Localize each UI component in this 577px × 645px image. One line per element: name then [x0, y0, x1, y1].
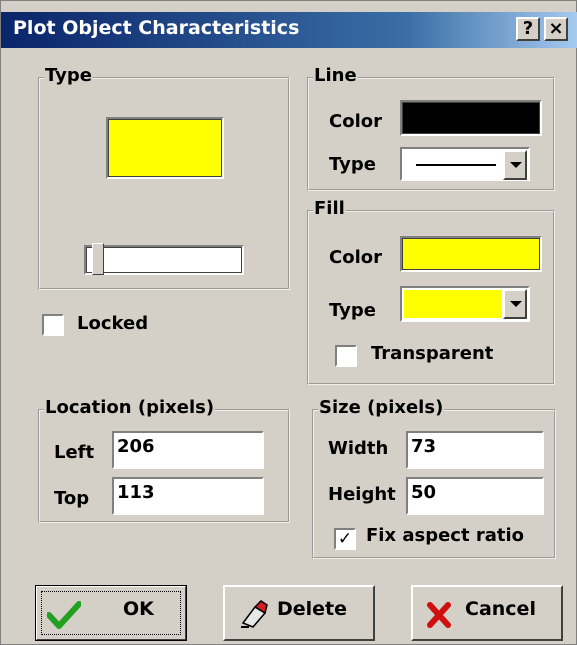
line-group: Line Color Type: [307, 65, 555, 191]
left-input[interactable]: 206: [112, 431, 264, 469]
ok-button-label: OK: [123, 598, 154, 620]
close-button[interactable]: ×: [544, 17, 568, 41]
fill-color-swatch[interactable]: [400, 236, 542, 272]
size-group-label: Size (pixels): [318, 397, 445, 418]
fill-color-label: Color: [329, 247, 382, 268]
location-group-label: Location (pixels): [44, 397, 216, 418]
size-group: Size (pixels) Width 73 Height 50 ✓ Fix a…: [312, 397, 556, 559]
cancel-button[interactable]: Cancel: [411, 585, 563, 641]
line-type-label: Type: [329, 154, 376, 175]
fill-type-label: Type: [329, 300, 376, 321]
line-color-swatch[interactable]: [400, 100, 542, 136]
height-label: Height: [328, 484, 396, 505]
height-input[interactable]: 50: [406, 477, 544, 515]
fill-group-label: Fill: [313, 198, 346, 219]
fix-aspect-label: Fix aspect ratio: [366, 525, 525, 546]
fill-group: Fill Color Type Transparent: [307, 198, 555, 385]
type-slider[interactable]: [84, 243, 244, 275]
top-input[interactable]: 113: [112, 477, 264, 515]
line-type-dropdown-arrow[interactable]: [503, 150, 527, 180]
dialog-title: Plot Object Characteristics: [13, 17, 300, 39]
help-button[interactable]: ?: [516, 17, 540, 41]
line-sample: [416, 164, 496, 166]
transparent-checkbox[interactable]: [335, 345, 357, 367]
checkmark-icon: [47, 601, 81, 629]
x-icon: [427, 602, 451, 628]
left-label: Left: [54, 442, 95, 463]
locked-checkbox[interactable]: [42, 314, 64, 336]
top-label: Top: [54, 488, 90, 509]
plot-object-dialog: Plot Object Characteristics ? × Type Loc…: [0, 0, 577, 645]
width-label: Width: [328, 438, 389, 459]
type-group: Type: [38, 65, 290, 290]
location-group: Location (pixels) Left 206 Top 113: [38, 397, 290, 523]
fill-type-dropdown-arrow[interactable]: [503, 289, 527, 319]
fill-type-dropdown[interactable]: [400, 286, 530, 322]
locked-label: Locked: [77, 313, 149, 334]
delete-button-label: Delete: [277, 598, 348, 620]
width-input[interactable]: 73: [406, 431, 544, 469]
type-group-label: Type: [44, 65, 93, 86]
slider-thumb[interactable]: [92, 243, 104, 275]
title-bar: Plot Object Characteristics ? ×: [1, 12, 577, 48]
eraser-icon: [241, 600, 268, 628]
type-preview: [106, 117, 224, 179]
line-color-label: Color: [329, 111, 382, 132]
line-group-label: Line: [313, 65, 358, 86]
delete-button[interactable]: Delete: [223, 585, 375, 641]
fill-type-sample: [404, 290, 502, 318]
transparent-label: Transparent: [371, 343, 494, 364]
ok-button[interactable]: OK: [35, 585, 187, 641]
fix-aspect-checkbox[interactable]: ✓: [334, 528, 356, 550]
line-type-dropdown[interactable]: [400, 147, 530, 181]
cancel-button-label: Cancel: [465, 598, 536, 620]
